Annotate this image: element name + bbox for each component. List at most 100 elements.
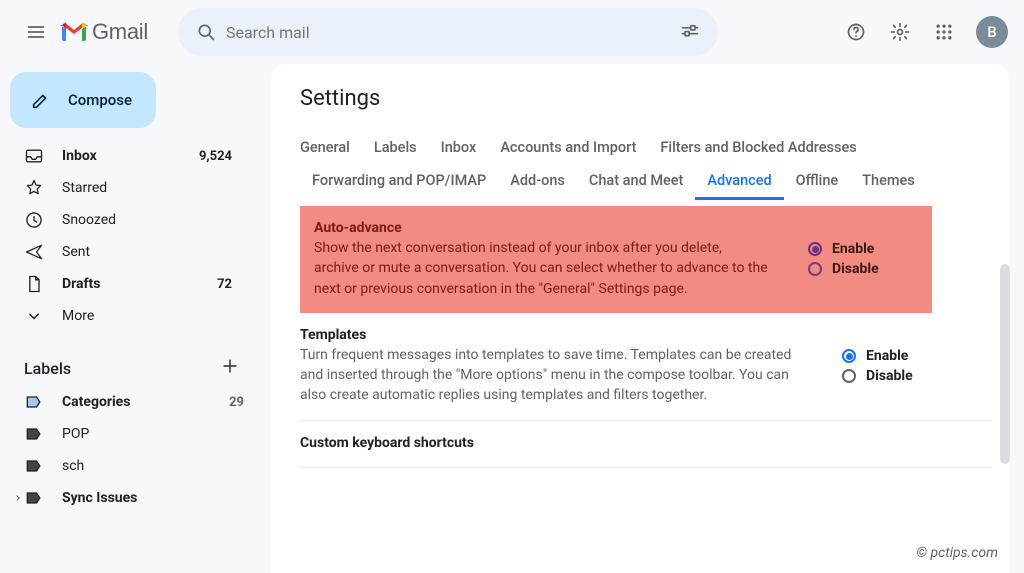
nav-count: 72 [217, 277, 232, 292]
setting-title: Templates [300, 327, 802, 343]
enable-label: Enable [832, 241, 874, 257]
tab-forwarding-and-pop-imap[interactable]: Forwarding and POP/IMAP [300, 164, 498, 200]
inbox-icon [24, 146, 44, 166]
search-options-button[interactable] [670, 12, 710, 52]
radio-icon [808, 262, 822, 276]
gmail-logo-icon [60, 21, 88, 43]
setting-templates: Templates Turn frequent messages into tem… [300, 313, 992, 421]
label-icon [24, 488, 44, 508]
enable-option[interactable]: Enable [808, 241, 918, 257]
scrollbar-thumb[interactable] [1000, 264, 1010, 464]
tab-offline[interactable]: Offline [784, 164, 851, 200]
tab-chat-and-meet[interactable]: Chat and Meet [577, 164, 695, 200]
label-item-sync-issues[interactable]: Sync Issues [0, 482, 256, 514]
plus-icon [220, 356, 240, 376]
nav-label: Inbox [62, 148, 199, 164]
apps-button[interactable] [924, 12, 964, 52]
menu-icon [26, 22, 46, 42]
caret-right-icon [13, 493, 23, 503]
disable-option[interactable]: Disable [808, 261, 918, 277]
nav-item-starred[interactable]: Starred [0, 172, 244, 204]
label-text: POP [62, 426, 244, 442]
label-item-categories[interactable]: Categories29 [0, 386, 256, 418]
settings-button[interactable] [880, 12, 920, 52]
setting-options: Enable Disable [842, 327, 952, 406]
search-bar[interactable] [178, 8, 718, 56]
snoozed-icon [24, 210, 44, 230]
settings-panel: Settings GeneralLabelsInboxAccounts and … [270, 64, 1010, 573]
compose-button[interactable]: Compose [10, 72, 156, 128]
main-menu-button[interactable] [16, 12, 56, 52]
add-label-button[interactable] [220, 356, 240, 380]
nav-item-more[interactable]: More [0, 300, 244, 332]
nav-item-drafts[interactable]: Drafts72 [0, 268, 244, 300]
setting-text: Turn frequent messages into templates to… [300, 345, 802, 406]
nav-label: Starred [62, 180, 232, 196]
settings-rows: Auto-advanceShow the next conversation i… [300, 206, 992, 468]
enable-option[interactable]: Enable [842, 348, 952, 364]
tab-add-ons[interactable]: Add-ons [498, 164, 577, 200]
search-input[interactable] [226, 23, 670, 42]
setting-title: Custom keyboard shortcuts [300, 435, 912, 451]
label-count: 29 [229, 395, 244, 410]
sidebar: Compose Inbox9,524 Starred Snoozed Sent Draf… [0, 64, 256, 573]
help-icon [846, 22, 866, 42]
radio-icon [842, 369, 856, 383]
sent-icon [24, 242, 44, 262]
disable-label: Disable [866, 368, 913, 384]
expand-arrow[interactable] [12, 493, 24, 503]
compose-label: Compose [68, 91, 132, 109]
label-item-pop[interactable]: POP [0, 418, 256, 450]
nav-list: Inbox9,524StarredSnoozedSentDrafts72More [0, 140, 256, 332]
tab-filters-and-blocked-addresses[interactable]: Filters and Blocked Addresses [648, 131, 868, 164]
setting-auto-advance: Auto-advanceShow the next conversation i… [300, 206, 932, 313]
nav-item-inbox[interactable]: Inbox9,524 [0, 140, 244, 172]
label-icon [24, 424, 44, 444]
tab-inbox[interactable]: Inbox [429, 131, 489, 164]
nav-label: Drafts [62, 276, 217, 292]
search-icon [196, 22, 216, 42]
labels-list: Categories29 POP sch Sync Issues [0, 386, 256, 514]
nav-item-snoozed[interactable]: Snoozed [0, 204, 244, 236]
tab-general[interactable]: General [300, 131, 362, 164]
label-text: Sync Issues [62, 490, 244, 506]
label-text: sch [62, 458, 244, 474]
settings-title: Settings [300, 86, 992, 111]
labels-title: Labels [24, 359, 71, 378]
drafts-icon [24, 274, 44, 294]
label-text: Categories [62, 394, 229, 410]
setting-description: Custom keyboard shortcuts [300, 435, 952, 453]
enable-label: Enable [866, 348, 908, 364]
tab-themes[interactable]: Themes [850, 164, 927, 200]
more-icon [24, 306, 44, 326]
nav-label: Sent [62, 244, 232, 260]
header: Gmail B [0, 0, 1024, 64]
radio-icon [808, 242, 822, 256]
radio-icon [842, 349, 856, 363]
account-avatar[interactable]: B [976, 16, 1008, 48]
disable-option[interactable]: Disable [842, 368, 952, 384]
label-icon [24, 456, 44, 476]
gear-icon [890, 22, 910, 42]
gmail-logo-text: Gmail [92, 19, 148, 45]
search-button[interactable] [186, 12, 226, 52]
label-item-sch[interactable]: sch [0, 450, 256, 482]
setting-custom-keyboard-shortcuts: Custom keyboard shortcuts [300, 421, 992, 468]
nav-label: Snoozed [62, 212, 232, 228]
nav-item-sent[interactable]: Sent [0, 236, 244, 268]
pencil-icon [30, 89, 52, 111]
tab-advanced[interactable]: Advanced [695, 164, 783, 200]
tab-labels[interactable]: Labels [362, 131, 429, 164]
support-button[interactable] [836, 12, 876, 52]
setting-description: Auto-advanceShow the next conversation i… [314, 220, 808, 299]
tune-icon [680, 22, 700, 42]
starred-icon [24, 178, 44, 198]
gmail-logo[interactable]: Gmail [60, 19, 148, 45]
setting-title: Auto-advance [314, 220, 768, 236]
tab-accounts-and-import[interactable]: Accounts and Import [488, 131, 648, 164]
header-actions: B [836, 12, 1008, 52]
labels-header: Labels [0, 350, 256, 386]
disable-label: Disable [832, 261, 879, 277]
setting-options: Enable Disable [808, 220, 918, 299]
apps-icon [934, 22, 954, 42]
